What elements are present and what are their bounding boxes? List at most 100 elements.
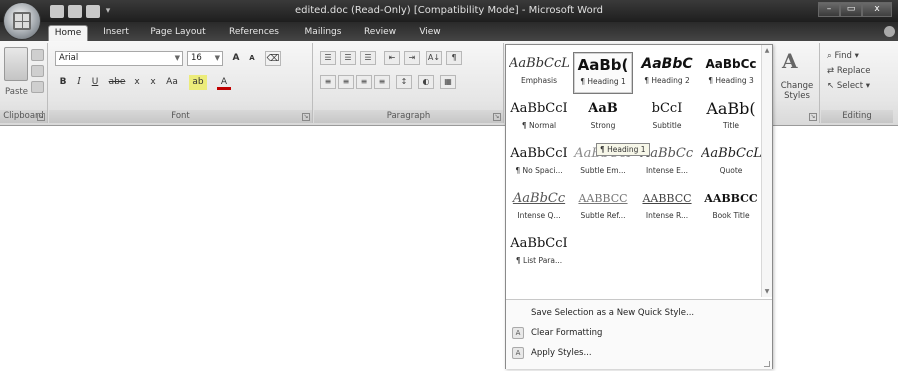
style-name: Subtle Em...	[580, 166, 626, 175]
style-item[interactable]: AaBb(Title	[701, 97, 761, 139]
decrease-indent-icon[interactable]: ⇤	[384, 51, 400, 65]
shrink-font-button[interactable]: A	[245, 51, 259, 66]
clear-formatting-icon: A	[512, 327, 524, 339]
superscript-button[interactable]: x	[147, 75, 159, 90]
maximize-button[interactable]: ▭	[840, 2, 862, 17]
font-size-value: 16	[191, 53, 202, 63]
replace-button[interactable]: ⇄ Replace	[827, 66, 870, 76]
clipboard-launcher-icon[interactable]: ↘	[37, 113, 45, 121]
save-selection-quick-style-item[interactable]: Save Selection as a New Quick Style...	[506, 304, 772, 323]
font-size-combo[interactable]: 16 ▼	[187, 51, 223, 66]
office-logo-icon	[13, 12, 31, 30]
office-button[interactable]	[3, 2, 41, 40]
change-case-button[interactable]: Aa	[163, 75, 181, 90]
sort-button[interactable]: A↓	[426, 51, 442, 65]
scroll-down-icon[interactable]: ▼	[764, 288, 770, 295]
align-center-icon[interactable]: ≡	[338, 75, 354, 89]
cut-icon[interactable]	[31, 49, 44, 61]
style-preview: AaBbC	[641, 56, 693, 72]
format-painter-icon[interactable]	[31, 81, 44, 93]
window-controls: – ▭ x	[818, 2, 892, 17]
tab-mailings[interactable]: Mailings	[296, 25, 350, 41]
style-item[interactable]: AaBbC ¶ Heading 2	[637, 52, 697, 94]
style-item[interactable]: AaB Strong	[573, 97, 633, 139]
window-title: edited.doc (Read-Only) [Compatibility Mo…	[294, 5, 604, 16]
close-button[interactable]: x	[862, 2, 892, 17]
italic-button[interactable]: I	[73, 75, 85, 90]
apply-styles-icon: A	[512, 347, 524, 359]
tab-references[interactable]: References	[218, 25, 290, 41]
style-item[interactable]: AaBbCcL Quote	[701, 142, 761, 184]
paste-icon[interactable]	[4, 47, 28, 81]
copy-icon[interactable]	[31, 65, 44, 77]
borders-icon[interactable]: ▦	[440, 75, 456, 89]
paste-button-label[interactable]: Paste	[5, 87, 28, 97]
highlight-button[interactable]: ab	[189, 75, 207, 90]
minimize-button[interactable]: –	[818, 2, 840, 17]
tab-review[interactable]: Review	[356, 25, 404, 41]
align-right-icon[interactable]: ≡	[356, 75, 372, 89]
chevron-down-icon: ▼	[174, 54, 180, 62]
style-preview: AABBCC	[642, 192, 692, 205]
style-item[interactable]: AABBCC Subtle Ref...	[573, 187, 633, 229]
style-name: Strong	[590, 121, 616, 130]
tab-insert[interactable]: Insert	[94, 25, 138, 41]
bullets-icon[interactable]: ☰	[320, 51, 336, 65]
style-item[interactable]: AaBbCcL Emphasis	[509, 52, 569, 94]
apply-styles-item[interactable]: A Apply Styles...	[506, 344, 772, 363]
resize-grip[interactable]	[764, 361, 770, 367]
font-launcher-icon[interactable]: ↘	[302, 113, 310, 121]
line-spacing-icon[interactable]: ↕	[396, 75, 412, 89]
apply-styles-label: Apply Styles...	[531, 348, 592, 358]
style-name: Book Title	[712, 211, 750, 220]
change-styles-icon[interactable]: A	[782, 49, 808, 75]
save-selection-label: Save Selection as a New Quick Style...	[531, 308, 695, 318]
tab-home[interactable]: Home	[48, 25, 88, 41]
styles-group-label	[774, 110, 819, 123]
bold-button[interactable]: B	[57, 75, 69, 90]
scroll-up-icon[interactable]: ▲	[764, 47, 770, 54]
change-styles-button[interactable]: Change Styles	[776, 81, 818, 101]
style-item[interactable]: AaBbCc Intense Q...	[509, 187, 569, 229]
style-item[interactable]: AaBbCcI ¶ Normal	[509, 97, 569, 139]
style-preview: AaBb(	[706, 99, 756, 118]
increase-indent-icon[interactable]: ⇥	[404, 51, 420, 65]
subscript-button[interactable]: x	[131, 75, 143, 90]
style-item[interactable]: AaBbCc ¶ Heading 3	[701, 52, 761, 94]
style-preview: AaBb(	[577, 56, 629, 74]
style-name: ¶ Heading 2	[644, 76, 690, 85]
clear-formatting-label: Clear Formatting	[531, 328, 603, 338]
style-item[interactable]: AaBbCcI ¶ List Para...	[509, 232, 569, 274]
select-button[interactable]: ↖ Select ▾	[827, 81, 870, 91]
style-item[interactable]: AABBCC Intense R...	[637, 187, 697, 229]
tab-view[interactable]: View	[410, 25, 450, 41]
gallery-scrollbar[interactable]: ▲ ▼	[761, 45, 772, 297]
show-marks-button[interactable]: ¶	[446, 51, 462, 65]
style-tooltip: ¶ Heading 1	[596, 143, 650, 156]
style-item[interactable]: AABBCC Book Title	[701, 187, 761, 229]
clear-format-icon[interactable]: ⌫	[265, 51, 281, 66]
paragraph-launcher-icon[interactable]: ↘	[493, 113, 501, 121]
grow-font-button[interactable]: A	[229, 51, 243, 66]
shading-icon[interactable]: ◐	[418, 75, 434, 89]
style-name: Subtle Ref...	[580, 211, 626, 220]
style-item[interactable]: AaBb(¶ Heading 1	[573, 52, 633, 94]
style-name: ¶ Normal	[521, 121, 557, 130]
tab-page-layout[interactable]: Page Layout	[142, 25, 214, 41]
numbering-icon[interactable]: ☰	[340, 51, 356, 65]
help-icon[interactable]	[884, 26, 895, 37]
underline-button[interactable]: U	[89, 75, 101, 90]
multilevel-list-icon[interactable]: ☰	[360, 51, 376, 65]
find-button[interactable]: ⌕ Find ▾	[827, 51, 859, 61]
chevron-down-icon: ▼	[214, 54, 220, 62]
style-item[interactable]: bCcI Subtitle	[637, 97, 697, 139]
style-item[interactable]: AaBbCcI ¶ No Spaci...	[509, 142, 569, 184]
style-name: ¶ List Para...	[515, 256, 563, 265]
justify-icon[interactable]: ≡	[374, 75, 390, 89]
strikethrough-button[interactable]: abe	[107, 75, 127, 90]
font-color-button[interactable]: A	[217, 75, 231, 90]
align-left-icon[interactable]: ≡	[320, 75, 336, 89]
clear-formatting-item[interactable]: A Clear Formatting	[506, 324, 772, 343]
font-name-combo[interactable]: Arial ▼	[55, 51, 183, 66]
style-name: ¶ Heading 3	[708, 76, 754, 85]
